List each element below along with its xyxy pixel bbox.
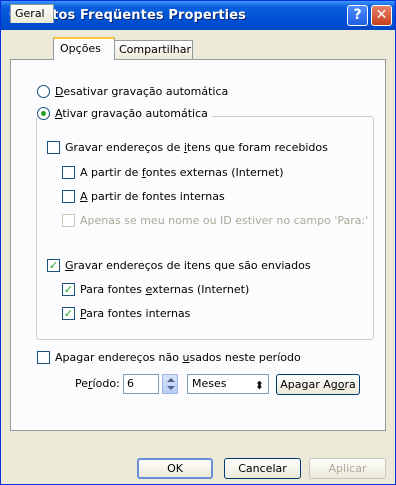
checkmark-icon: ✓ — [62, 307, 75, 320]
properties-dialog: Contatos Freqüentes Properties ? ✕ Geral… — [0, 0, 396, 485]
radio-indicator-selected — [37, 107, 50, 120]
ok-button[interactable]: OK — [137, 458, 213, 479]
apply-button: Aplicar — [309, 458, 386, 479]
checkbox-box — [47, 141, 60, 154]
enable-auto-save-label: Ativar gravação automática — [55, 107, 208, 120]
checkbox-box — [62, 166, 75, 179]
checkbox-box — [37, 351, 50, 364]
tab-geral[interactable]: Geral — [10, 4, 54, 23]
received-only-to-checkbox: Apenas se meu nome ou ID estiver no camp… — [62, 214, 368, 227]
period-label: Pe r íodo: — [75, 377, 120, 390]
received-only-to-label: Apenas se meu nome ou ID estiver no camp… — [80, 214, 369, 227]
spin-down-icon[interactable] — [167, 386, 175, 390]
title-bar[interactable]: Contatos Freqüentes Properties ? ✕ — [1, 1, 395, 30]
checkmark-icon: ✓ — [47, 259, 60, 272]
delete-now-button[interactable]: Apagar Agora — [276, 374, 360, 395]
help-button[interactable]: ? — [347, 5, 368, 26]
save-received-label: Gravar endereços de itens que foram rece… — [65, 141, 328, 154]
save-sent-label: Gravar endereços de itens que são enviad… — [65, 259, 311, 272]
sent-external-checkbox[interactable]: ✓ Para fontes externas (Internet) — [62, 283, 249, 296]
disable-auto-save-radio[interactable]: Desativar gravação automática — [37, 85, 228, 98]
received-internal-label: A partir de fontes internas — [80, 190, 225, 203]
checkbox-box — [62, 190, 75, 203]
period-unit-value: Meses — [192, 377, 227, 390]
checkbox-box-disabled — [62, 214, 75, 227]
delete-unused-checkbox[interactable]: Apagar endereços não usados neste períod… — [37, 351, 301, 364]
delete-unused-label: Apagar endereços não usados neste períod… — [55, 351, 301, 364]
cancel-button[interactable]: Cancelar — [224, 458, 301, 479]
checkmark-icon: ✓ — [62, 283, 75, 296]
disable-auto-save-label: Desativar gravação automática — [55, 85, 229, 98]
dropdown-arrows-icon: ⬍ — [254, 379, 264, 392]
sent-internal-label: Para fontes internas — [80, 307, 191, 320]
period-spinner[interactable] — [162, 374, 178, 394]
sent-internal-checkbox[interactable]: ✓ Para fontes internas — [62, 307, 190, 320]
enable-auto-save-radio[interactable]: Ativar gravação automática — [37, 107, 212, 120]
sent-external-label: Para fontes externas (Internet) — [80, 283, 250, 296]
period-unit-select[interactable]: Meses ⬍ — [187, 374, 269, 394]
received-external-label: A partir de fontes externas (Internet) — [80, 166, 284, 179]
period-value-input[interactable]: 6 — [123, 374, 159, 394]
save-received-checkbox[interactable]: Gravar endereços de itens que foram rece… — [47, 141, 328, 154]
close-button[interactable]: ✕ — [371, 5, 392, 26]
radio-indicator — [37, 85, 50, 98]
spin-up-icon[interactable] — [167, 378, 175, 382]
tab-opcoes[interactable]: Opções — [53, 37, 115, 60]
tab-compartilhar[interactable]: Compartilhar — [114, 40, 193, 59]
received-internal-checkbox[interactable]: A partir de fontes internas — [62, 190, 225, 203]
tab-opcoes-label: Opções — [60, 42, 101, 55]
received-external-checkbox[interactable]: A partir de fontes externas (Internet) — [62, 166, 284, 179]
save-sent-checkbox[interactable]: ✓ Gravar endereços de itens que são envi… — [47, 259, 311, 272]
